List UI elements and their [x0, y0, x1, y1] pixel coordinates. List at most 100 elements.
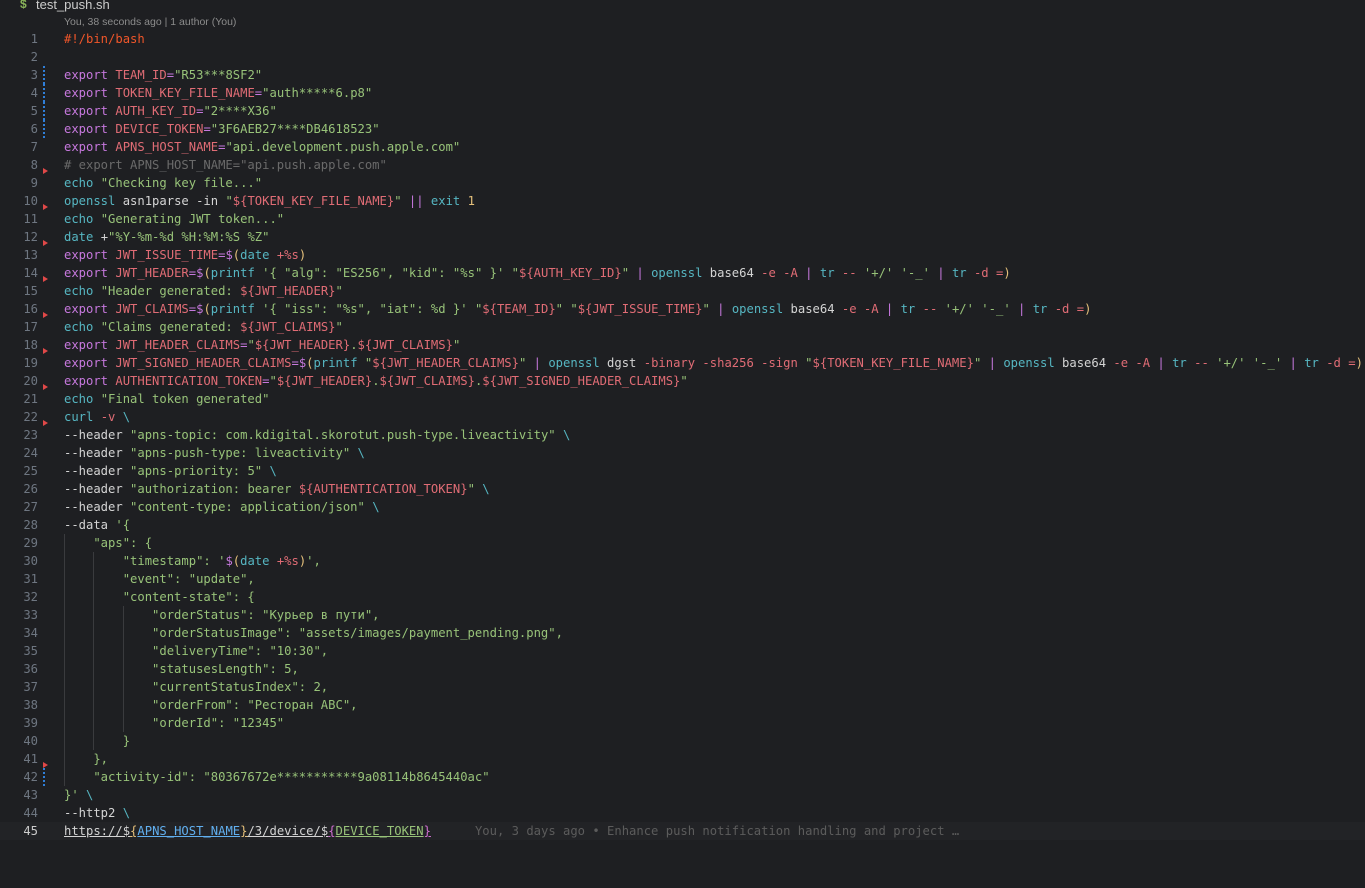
- code-line[interactable]: 9 echo "Checking key file...": [0, 174, 1365, 192]
- line-number[interactable]: 5: [0, 102, 38, 120]
- line-number[interactable]: 26: [0, 480, 38, 498]
- code-line[interactable]: 2: [0, 48, 1365, 66]
- code-text[interactable]: "orderFrom": "Ресторан АВС",: [64, 696, 357, 714]
- code-line[interactable]: 24 --header "apns-push-type: liveactivity…: [0, 444, 1365, 462]
- line-number[interactable]: 30: [0, 552, 38, 570]
- git-modified-marker[interactable]: [43, 84, 45, 102]
- code-text[interactable]: }: [64, 732, 130, 750]
- line-number[interactable]: 40: [0, 732, 38, 750]
- code-line[interactable]: 38 "orderFrom": "Ресторан АВС",: [0, 696, 1365, 714]
- code-line[interactable]: 42 "activity-id": "80367672e***********9…: [0, 768, 1365, 786]
- code-line[interactable]: 8 # export APNS_HOST_NAME="api.push.apple…: [0, 156, 1365, 174]
- line-number[interactable]: 41: [0, 750, 38, 768]
- code-line[interactable]: 1 #!/bin/bash: [0, 30, 1365, 48]
- line-number[interactable]: 11: [0, 210, 38, 228]
- code-text[interactable]: export TOKEN_KEY_FILE_NAME="auth*****6.p…: [64, 84, 372, 102]
- code-line[interactable]: 20 export AUTHENTICATION_TOKEN="${JWT_HEA…: [0, 372, 1365, 390]
- line-number[interactable]: 45: [0, 822, 38, 840]
- line-number[interactable]: 32: [0, 588, 38, 606]
- code-text[interactable]: "orderId": "12345": [64, 714, 284, 732]
- line-number[interactable]: 43: [0, 786, 38, 804]
- code-text[interactable]: --http2 \: [64, 804, 130, 822]
- code-text[interactable]: echo "Checking key file...": [64, 174, 262, 192]
- line-number[interactable]: 3: [0, 66, 38, 84]
- git-modified-marker[interactable]: [43, 66, 45, 84]
- code-text[interactable]: --header "content-type: application/json…: [64, 498, 380, 516]
- code-line[interactable]: 12 date +"%Y-%m-%d %H:%M:%S %Z": [0, 228, 1365, 246]
- code-text[interactable]: "event": "update",: [64, 570, 255, 588]
- code-line[interactable]: 29 "aps": {: [0, 534, 1365, 552]
- code-text[interactable]: "aps": {: [64, 534, 152, 552]
- code-text[interactable]: "orderStatus": "Курьер в пути",: [64, 606, 379, 624]
- code-line[interactable]: 16 export JWT_CLAIMS=$(printf '{ "iss": "…: [0, 300, 1365, 318]
- line-number[interactable]: 27: [0, 498, 38, 516]
- code-line[interactable]: 25 --header "apns-priority: 5" \: [0, 462, 1365, 480]
- code-text[interactable]: echo "Generating JWT token...": [64, 210, 284, 228]
- line-number[interactable]: 16: [0, 300, 38, 318]
- code-line[interactable]: 34 "orderStatusImage": "assets/images/pa…: [0, 624, 1365, 642]
- line-number[interactable]: 13: [0, 246, 38, 264]
- code-line[interactable]: 33 "orderStatus": "Курьер в пути",: [0, 606, 1365, 624]
- line-number[interactable]: 34: [0, 624, 38, 642]
- code-line[interactable]: 17 echo "Claims generated: ${JWT_CLAIMS}": [0, 318, 1365, 336]
- code-text[interactable]: "deliveryTime": "10:30",: [64, 642, 328, 660]
- line-number[interactable]: 35: [0, 642, 38, 660]
- line-number[interactable]: 2: [0, 48, 38, 66]
- code-text[interactable]: export JWT_HEADER=$(printf '{ "alg": "ES…: [64, 264, 1011, 282]
- code-line[interactable]: 6 export DEVICE_TOKEN="3F6AEB27****DB4618…: [0, 120, 1365, 138]
- code-text[interactable]: "activity-id": "80367672e***********9a08…: [64, 768, 489, 786]
- code-text[interactable]: export JWT_ISSUE_TIME=$(date +%s): [64, 246, 306, 264]
- code-line[interactable]: 23 --header "apns-topic: com.kdigital.sko…: [0, 426, 1365, 444]
- code-line[interactable]: 35 "deliveryTime": "10:30",: [0, 642, 1365, 660]
- code-line[interactable]: 36 "statusesLength": 5,: [0, 660, 1365, 678]
- line-number[interactable]: 8: [0, 156, 38, 174]
- line-number[interactable]: 22: [0, 408, 38, 426]
- code-text[interactable]: "content-state": {: [64, 588, 255, 606]
- line-number[interactable]: 23: [0, 426, 38, 444]
- code-text[interactable]: export DEVICE_TOKEN="3F6AEB27****DB46185…: [64, 120, 380, 138]
- git-modified-marker[interactable]: [43, 120, 45, 138]
- line-number[interactable]: 25: [0, 462, 38, 480]
- line-number[interactable]: 38: [0, 696, 38, 714]
- code-text[interactable]: export AUTHENTICATION_TOKEN="${JWT_HEADE…: [64, 372, 688, 390]
- code-text[interactable]: # export APNS_HOST_NAME="api.push.apple.…: [64, 156, 387, 174]
- line-number[interactable]: 4: [0, 84, 38, 102]
- line-number[interactable]: 20: [0, 372, 38, 390]
- line-number[interactable]: 14: [0, 264, 38, 282]
- line-number[interactable]: 9: [0, 174, 38, 192]
- line-number[interactable]: 12: [0, 228, 38, 246]
- code-line[interactable]: 13 export JWT_ISSUE_TIME=$(date +%s): [0, 246, 1365, 264]
- code-text[interactable]: echo "Claims generated: ${JWT_CLAIMS}": [64, 318, 343, 336]
- code-text[interactable]: "statusesLength": 5,: [64, 660, 299, 678]
- code-line[interactable]: 44 --http2 \: [0, 804, 1365, 822]
- code-text[interactable]: "currentStatusIndex": 2,: [64, 678, 328, 696]
- code-text[interactable]: export JWT_CLAIMS=$(printf '{ "iss": "%s…: [64, 300, 1091, 318]
- line-number[interactable]: 24: [0, 444, 38, 462]
- code-text[interactable]: curl -v \: [64, 408, 130, 426]
- line-number[interactable]: 15: [0, 282, 38, 300]
- line-number[interactable]: 21: [0, 390, 38, 408]
- line-number[interactable]: 19: [0, 354, 38, 372]
- code-line[interactable]: 14 export JWT_HEADER=$(printf '{ "alg": "…: [0, 264, 1365, 282]
- code-line[interactable]: 5 export AUTH_KEY_ID="2****X36": [0, 102, 1365, 120]
- code-line[interactable]: 18 export JWT_HEADER_CLAIMS="${JWT_HEADER…: [0, 336, 1365, 354]
- line-number[interactable]: 1: [0, 30, 38, 48]
- code-line[interactable]: 4 export TOKEN_KEY_FILE_NAME="auth*****6.…: [0, 84, 1365, 102]
- code-line[interactable]: 37 "currentStatusIndex": 2,: [0, 678, 1365, 696]
- code-line[interactable]: 30 "timestamp": '$(date +%s)',: [0, 552, 1365, 570]
- code-text[interactable]: export JWT_SIGNED_HEADER_CLAIMS=$(printf…: [64, 354, 1363, 372]
- line-number[interactable]: 18: [0, 336, 38, 354]
- git-modified-marker[interactable]: [43, 768, 45, 786]
- line-number[interactable]: 10: [0, 192, 38, 210]
- line-number[interactable]: 37: [0, 678, 38, 696]
- code-line[interactable]: 21 echo "Final token generated": [0, 390, 1365, 408]
- code-editor[interactable]: $ test_push.sh You, 38 seconds ago | 1 a…: [0, 0, 1365, 888]
- line-number[interactable]: 33: [0, 606, 38, 624]
- code-text[interactable]: "timestamp": '$(date +%s)',: [64, 552, 321, 570]
- line-number[interactable]: 36: [0, 660, 38, 678]
- git-modified-marker[interactable]: [43, 102, 45, 120]
- code-line[interactable]: 3 export TEAM_ID="R53***8SF2": [0, 66, 1365, 84]
- code-line[interactable]: 27 --header "content-type: application/js…: [0, 498, 1365, 516]
- code-text[interactable]: openssl asn1parse -in "${TOKEN_KEY_FILE_…: [64, 192, 475, 210]
- code-line[interactable]: 26 --header "authorization: bearer ${AUTH…: [0, 480, 1365, 498]
